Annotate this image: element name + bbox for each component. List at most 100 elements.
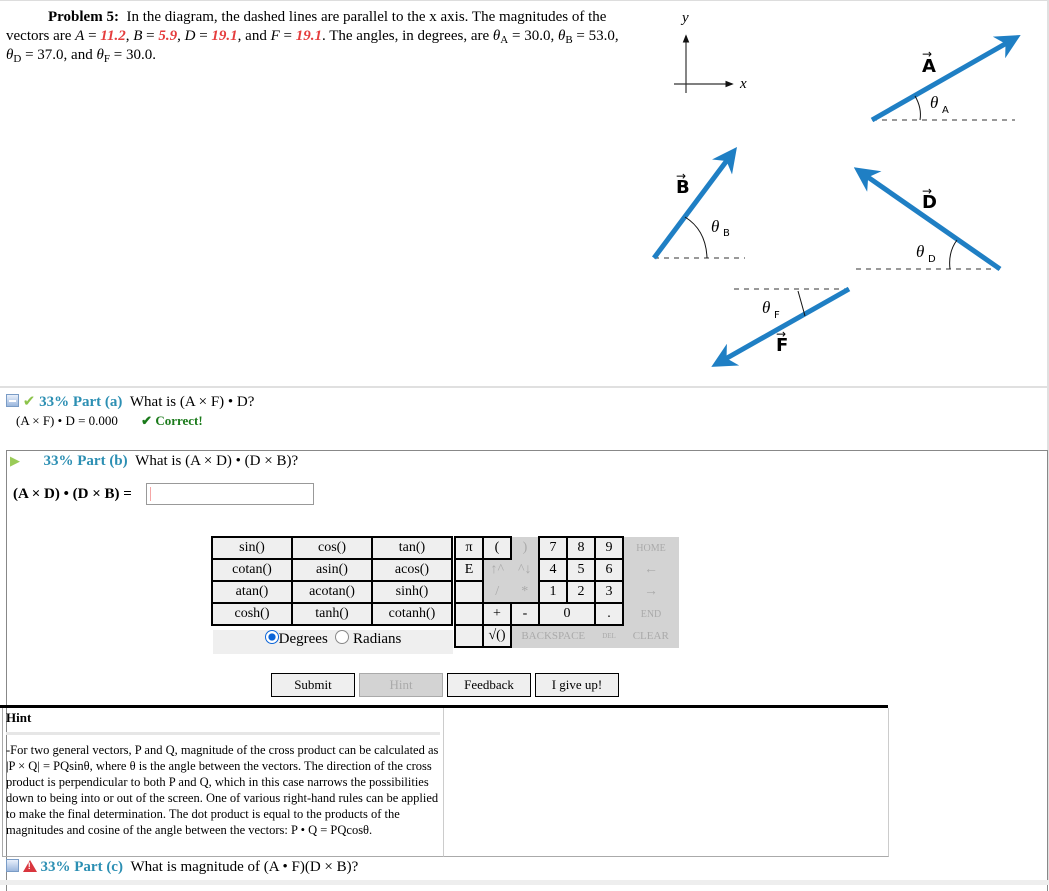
key-backspace[interactable]: BACKSPACE [510, 624, 596, 648]
play-icon: ▶ [10, 453, 20, 468]
theta-b-sub: B [723, 228, 730, 239]
sym-b: B [133, 28, 143, 44]
key-close-paren[interactable]: ) [510, 536, 540, 560]
radians-radio[interactable] [335, 630, 350, 644]
theta-b: 53.0 [588, 28, 615, 44]
part-c-question: What is magnitude of (A • F)(D × B)? [130, 859, 359, 875]
svg-text:θ: θ [762, 298, 770, 317]
key-pi[interactable]: π [454, 536, 484, 560]
key-sqrt[interactable]: √() [482, 624, 512, 648]
function-key[interactable]: acos() [371, 558, 453, 582]
vector-a: A → θ A [870, 35, 1021, 123]
key-minus[interactable]: - [510, 602, 540, 626]
function-key[interactable]: cos() [291, 536, 373, 560]
function-key[interactable]: cotanh() [371, 602, 453, 626]
vector-b: B → θ B [651, 146, 745, 260]
part-a-status: ✔ Correct! [141, 413, 203, 428]
key-4[interactable]: 4 [538, 558, 568, 582]
problem-statement: Problem 5: In the diagram, the dashed li… [6, 9, 619, 65]
theta-a: 30.0 [524, 28, 551, 44]
key-3[interactable]: 3 [594, 580, 624, 604]
key-divide[interactable]: / [482, 580, 512, 604]
vector-diagram: y x A → θ A B → θ B D → θ D F → θ F [651, 10, 1021, 367]
key-decimal[interactable]: . [594, 602, 624, 626]
function-keypad: sin() cos() tan() cotan() asin() acos() atan()… [211, 536, 453, 626]
key-6[interactable]: 6 [594, 558, 624, 582]
magnitude-f: 19.1 [295, 28, 322, 44]
key-e[interactable]: E [454, 558, 484, 582]
theta-d: 37.0 [37, 47, 64, 63]
degrees-label: Degrees [278, 631, 328, 647]
function-key[interactable]: asin() [291, 558, 373, 582]
function-key[interactable]: tanh() [291, 602, 373, 626]
key-up-power[interactable]: ↑^ [482, 558, 512, 582]
part-b-input-label: (A × D) • (D × B) = [13, 486, 132, 502]
axis-x-label: x [739, 76, 747, 92]
key-home[interactable]: HOME [622, 536, 679, 560]
theta-f: 30.0 [125, 47, 153, 63]
key-right-arrow[interactable]: → [622, 580, 679, 604]
part-b-question: What is (A × D) • (D × B)? [135, 453, 299, 469]
axis-y-label: y [680, 10, 689, 26]
hint-button[interactable]: Hint [359, 673, 443, 697]
svg-text:→: → [922, 47, 932, 61]
function-key[interactable]: cotan() [211, 558, 293, 582]
part-a-answer-expr: (A × F) • D = 0.000 [16, 413, 118, 428]
function-key[interactable]: sin() [211, 536, 293, 560]
magnitude-d: 19.1 [211, 28, 238, 44]
angle-mode: Degrees Radians [213, 630, 453, 654]
key-down-power[interactable]: ^↓ [510, 558, 540, 582]
key-9[interactable]: 9 [594, 536, 624, 560]
key-del[interactable]: DEL [594, 624, 624, 648]
function-key[interactable]: acotan() [291, 580, 373, 604]
hint-title: Hint [6, 710, 32, 725]
key-7[interactable]: 7 [538, 536, 568, 560]
magnitude-a: 11.2 [100, 28, 126, 44]
answer-input[interactable] [146, 483, 314, 505]
key-1[interactable]: 1 [538, 580, 568, 604]
part-c-percent: 33% [40, 859, 71, 875]
part-b-label: Part (b) [77, 453, 128, 469]
key-0[interactable]: 0 [538, 602, 596, 626]
hint-text: -For two general vectors, P and Q, magni… [6, 743, 439, 837]
theta-d-sub: D [928, 254, 936, 265]
theta-a-sub: A [942, 105, 949, 116]
degrees-radio[interactable] [264, 630, 279, 644]
part-a-label: Part (a) [72, 394, 123, 410]
warning-icon [22, 860, 37, 872]
key-end[interactable]: END [622, 602, 679, 626]
key-5[interactable]: 5 [566, 558, 596, 582]
key-8[interactable]: 8 [566, 536, 596, 560]
collapse-icon[interactable] [6, 394, 19, 407]
function-key[interactable]: sinh() [371, 580, 453, 604]
feedback-button[interactable]: Feedback [447, 673, 531, 697]
key-multiply[interactable]: * [510, 580, 540, 604]
bottom-divider [0, 880, 1049, 885]
svg-text:→: → [922, 184, 932, 198]
radians-label: Radians [353, 631, 402, 647]
key-clear[interactable]: CLEAR [622, 624, 679, 648]
function-key[interactable]: tan() [371, 536, 453, 560]
svg-text:θ: θ [916, 242, 924, 261]
vector-f: F → θ F [711, 286, 851, 367]
key-plus[interactable]: + [482, 602, 512, 626]
svg-text:θ: θ [711, 217, 719, 236]
function-key[interactable]: atan() [211, 580, 293, 604]
svg-text:→: → [776, 327, 786, 341]
problem-label: Problem 5: [48, 9, 119, 25]
axes-icon: y x [674, 10, 747, 93]
give-up-button[interactable]: I give up! [535, 673, 619, 697]
hint-separator [6, 732, 440, 735]
key-blank [454, 580, 484, 604]
function-key[interactable]: cosh() [211, 602, 293, 626]
sym-d: D [184, 28, 196, 44]
key-left-arrow[interactable]: ← [622, 558, 679, 582]
key-open-paren[interactable]: ( [482, 536, 512, 560]
checkmark-icon: ✔ [22, 394, 36, 410]
submit-button[interactable]: Submit [271, 673, 355, 697]
vector-d: D → θ D [853, 167, 1002, 272]
expand-icon[interactable] [6, 859, 19, 872]
key-2[interactable]: 2 [566, 580, 596, 604]
key-blank [454, 624, 484, 648]
svg-text:→: → [676, 169, 686, 183]
